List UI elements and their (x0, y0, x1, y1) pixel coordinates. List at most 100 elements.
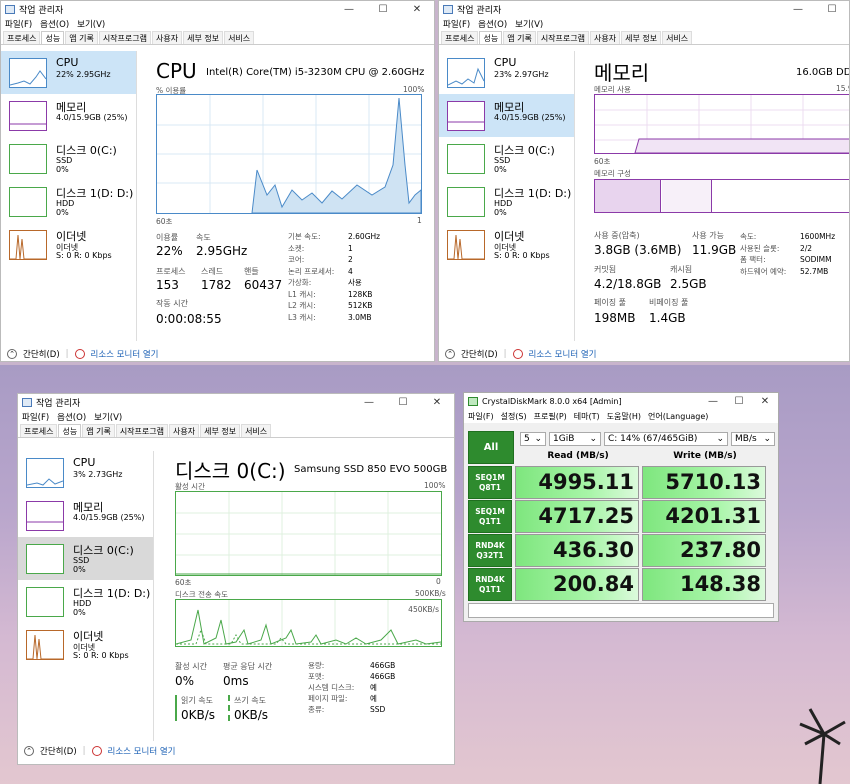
resource-monitor-link[interactable]: 리소스 모니터 열기 (91, 348, 159, 360)
unit-select[interactable]: MB/s ⌄ (731, 432, 775, 446)
drive-select[interactable]: C: 14% (67/465GiB) ⌄ (604, 432, 728, 446)
sidebar-item-memory[interactable]: 메모리 4.0/15.9GB (25%) (18, 494, 153, 537)
title-bar[interactable]: CrystalDiskMark 8.0.0 x64 [Admin] — ☐ ✕ (464, 393, 778, 409)
menu-file[interactable]: 파일(F) (443, 18, 470, 30)
chevron-up-icon[interactable]: ⌃ (24, 746, 34, 756)
test-button[interactable]: RND4K Q32T1 (468, 534, 512, 567)
crystaldiskmark-window: CrystalDiskMark 8.0.0 x64 [Admin] — ☐ ✕ 파일(… (463, 392, 779, 622)
tab-processes[interactable]: 프로세스 (441, 31, 479, 44)
test-button[interactable]: SEQ1M Q1T1 (468, 500, 512, 533)
all-button[interactable]: All (468, 431, 514, 464)
title-bar[interactable]: 작업 관리자 — ☐ ✕ (18, 394, 454, 410)
threads-label: 스레드 (201, 267, 224, 276)
tab-users[interactable]: 사용자 (589, 31, 621, 44)
tab-users[interactable]: 사용자 (151, 31, 183, 44)
sidebar-item-cpu[interactable]: CPU 22% 2.95GHz (1, 51, 136, 94)
close-button[interactable]: ✕ (420, 397, 454, 408)
sidebar-item-disk0[interactable]: 디스크 0(C:) SSD 0% (1, 137, 136, 180)
title-bar[interactable]: 작업 관리자 — ☐ ✕ (1, 1, 434, 17)
sidebar-item-ethernet[interactable]: 이더넷 이더넷 S: 0 R: 0 Kbps (439, 223, 574, 266)
tab-startup[interactable]: 시작프로그램 (536, 31, 589, 44)
sidebar-item-disk1[interactable]: 디스크 1(D: D:) HDD 0% (18, 580, 153, 623)
tab-startup[interactable]: 시작프로그램 (98, 31, 151, 44)
menu-language[interactable]: 언어(Language) (648, 411, 708, 422)
menu-file[interactable]: 파일(F) (5, 18, 32, 30)
resource-monitor-link[interactable]: 리소스 모니터 열기 (529, 348, 597, 360)
collapse-link[interactable]: 간단히(D) (23, 348, 60, 360)
sidebar-item-memory[interactable]: 메모리 4.0/15.9GB (25%) (439, 94, 574, 137)
spec-key: 논리 프로세서: (288, 266, 335, 276)
maximize-button[interactable]: ☐ (386, 397, 420, 408)
spec-value: 예 (370, 683, 377, 692)
maximize-button[interactable]: ☐ (366, 4, 400, 15)
menu-options[interactable]: 옵션(O) (57, 411, 86, 423)
tab-processes[interactable]: 프로세스 (20, 424, 58, 437)
maximize-button[interactable]: ☐ (815, 4, 849, 15)
tab-performance[interactable]: 성능 (479, 31, 503, 44)
maximize-button[interactable]: ☐ (726, 396, 752, 407)
sidebar-item-disk1[interactable]: 디스크 1(D: D:) HDD 0% (439, 180, 574, 223)
sidebar-item-ethernet[interactable]: 이더넷 이더넷 S: 0 R: 0 Kbps (1, 223, 136, 266)
result-row: RND4K Q1T1 200.84 148.38 (468, 568, 766, 601)
menu-options[interactable]: 옵션(O) (478, 18, 507, 30)
tab-app-history[interactable]: 앱 기록 (82, 424, 115, 437)
sidebar-item-disk0[interactable]: 디스크 0(C:) SSD 0% (439, 137, 574, 180)
sidebar-item-disk1[interactable]: 디스크 1(D: D:) HDD 0% (1, 180, 136, 223)
chevron-down-icon: ⌄ (534, 434, 542, 444)
spec-value: 2.60GHz (348, 232, 381, 241)
utilization-label: 이용률 (156, 233, 179, 242)
tab-performance[interactable]: 성능 (58, 424, 82, 437)
tab-performance[interactable]: 성능 (41, 31, 65, 44)
menu-profile[interactable]: 프로필(P) (534, 411, 567, 422)
spec-row: L1 캐시: 128KB (288, 289, 380, 301)
sidebar-item-memory[interactable]: 메모리 4.0/15.9GB (25%) (1, 94, 136, 137)
minimize-button[interactable]: — (781, 4, 815, 15)
chevron-up-icon[interactable]: ⌃ (7, 349, 17, 359)
test-count-select[interactable]: 5 ⌄ (520, 432, 546, 446)
close-button[interactable]: ✕ (752, 396, 778, 407)
menu-view[interactable]: 보기(V) (94, 411, 122, 423)
menu-file[interactable]: 파일(F) (22, 411, 49, 423)
tab-details[interactable]: 세부 정보 (183, 31, 224, 44)
window-title: 작업 관리자 (19, 5, 64, 16)
menu-view[interactable]: 보기(V) (515, 18, 543, 30)
comment-input[interactable] (468, 603, 774, 618)
collapse-link[interactable]: 간단히(D) (461, 348, 498, 360)
minimize-button[interactable]: — (332, 4, 366, 15)
time-axis-right: 0 (436, 577, 441, 586)
sidebar-item-ethernet[interactable]: 이더넷 이더넷 S: 0 R: 0 Kbps (18, 623, 153, 666)
time-axis-right: 1 (417, 216, 422, 225)
tab-users[interactable]: 사용자 (168, 424, 200, 437)
minimize-button[interactable]: — (352, 397, 386, 408)
menu-options[interactable]: 옵션(O) (40, 18, 69, 30)
tab-services[interactable]: 서비스 (224, 31, 255, 44)
sidebar-item-disk0[interactable]: 디스크 0(C:) SSD 0% (18, 537, 153, 580)
tab-processes[interactable]: 프로세스 (3, 31, 41, 44)
menu-view[interactable]: 보기(V) (77, 18, 105, 30)
menu-help[interactable]: 도움말(H) (607, 411, 641, 422)
sidebar-item-cpu[interactable]: CPU 23% 2.97GHz (439, 51, 574, 94)
menu-file[interactable]: 파일(F) (468, 411, 494, 422)
close-button[interactable]: ✕ (400, 4, 434, 15)
tab-app-history[interactable]: 앱 기록 (65, 31, 98, 44)
tab-details[interactable]: 세부 정보 (621, 31, 662, 44)
sidebar-item-cpu[interactable]: CPU 3% 2.73GHz (18, 451, 153, 494)
menu-theme[interactable]: 테마(T) (574, 411, 600, 422)
tab-details[interactable]: 세부 정보 (200, 424, 241, 437)
tab-app-history[interactable]: 앱 기록 (503, 31, 536, 44)
tab-startup[interactable]: 시작프로그램 (115, 424, 168, 437)
collapse-link[interactable]: 간단히(D) (40, 745, 77, 757)
resource-monitor-link[interactable]: 리소스 모니터 열기 (108, 745, 176, 757)
test-button[interactable]: SEQ1M Q8T1 (468, 466, 512, 499)
chevron-up-icon[interactable]: ⌃ (445, 349, 455, 359)
sidebar-detail: 0% (56, 165, 69, 174)
tab-services[interactable]: 서비스 (241, 424, 272, 437)
minimize-button[interactable]: — (700, 396, 726, 407)
spec-row: L2 캐시: 512KB (288, 300, 380, 312)
test-button[interactable]: RND4K Q1T1 (468, 568, 512, 601)
test-size-select[interactable]: 1GiB ⌄ (549, 432, 601, 446)
menu-settings[interactable]: 설정(S) (501, 411, 527, 422)
window-title: 작업 관리자 (457, 5, 502, 16)
title-bar[interactable]: 작업 관리자 — ☐ (439, 1, 849, 17)
tab-services[interactable]: 서비스 (662, 31, 693, 44)
